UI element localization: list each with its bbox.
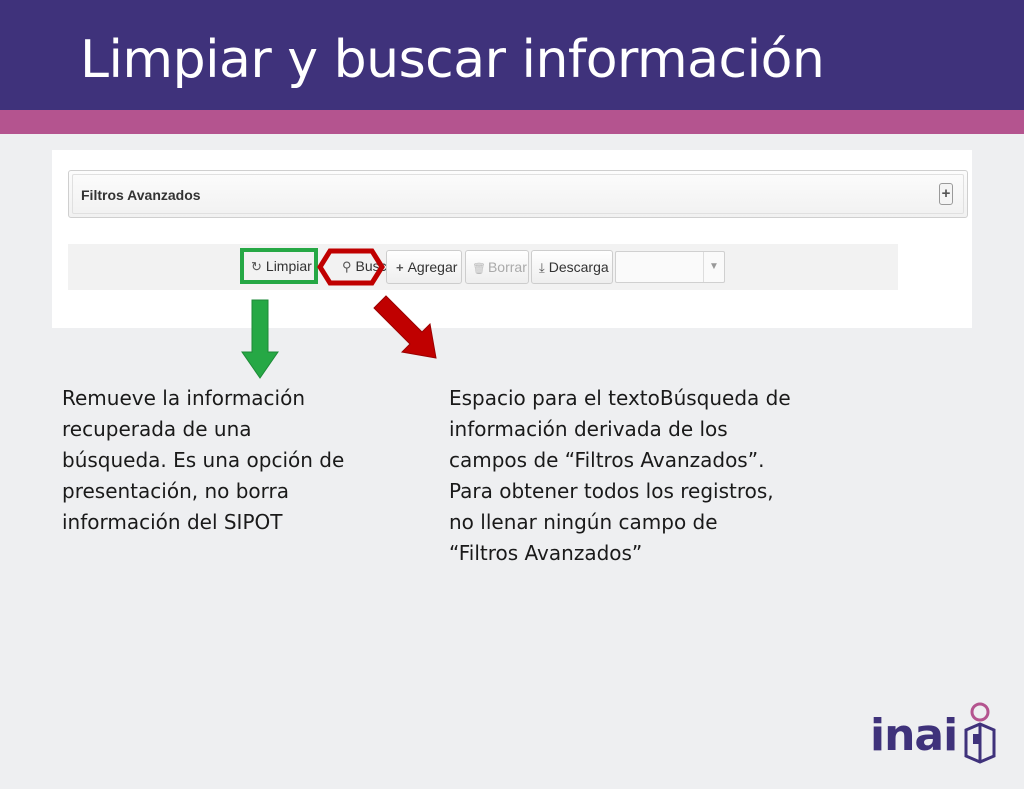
header-stripe [0, 110, 1024, 134]
agregar-button[interactable]: + Agregar [386, 250, 462, 284]
buscar-highlight-hexagon [317, 248, 385, 286]
limpiar-highlight-box [240, 248, 318, 284]
action-toolbar: ↻ Limpiar ⚲ Buscar + Agregar 🗑 Borrar ⤓ Desca… [68, 244, 898, 290]
advanced-filters-bar[interactable]: Filtros Avanzados + [68, 170, 968, 218]
slide-header: Limpiar y buscar información [0, 0, 1024, 110]
format-select[interactable]: ▼ [615, 251, 725, 283]
inai-person-book-icon [964, 702, 996, 764]
borrar-button[interactable]: 🗑 Borrar [465, 250, 529, 284]
trash-icon: 🗑 [472, 263, 486, 275]
green-down-arrow-icon [241, 299, 279, 379]
advanced-filters-label: Filtros Avanzados [81, 187, 201, 203]
agregar-label: Agregar [407, 259, 458, 275]
descarga-label: Descarga [548, 259, 609, 275]
inai-logo-text: inai [870, 710, 958, 761]
descarga-button[interactable]: ⤓ Descarga [531, 250, 613, 284]
screenshot-panel: Filtros Avanzados + ↻ Limpiar ⚲ Buscar + Ag… [52, 150, 972, 328]
inai-logo: inai [868, 700, 1008, 770]
buscar-description: Espacio para el textoBúsqueda de informa… [449, 386, 791, 565]
chevron-down-icon: ▼ [703, 252, 724, 282]
borrar-label: Borrar [487, 259, 527, 275]
limpiar-description: Remueve la información recuperada de una… [62, 386, 345, 534]
red-diagonal-arrow-icon [373, 295, 437, 359]
slide-title: Limpiar y buscar información [80, 30, 825, 90]
expand-filters-button[interactable]: + [939, 183, 953, 205]
plus-icon: + [941, 185, 951, 202]
plus-icon: + [396, 260, 404, 275]
download-icon: ⤓ [539, 260, 545, 275]
